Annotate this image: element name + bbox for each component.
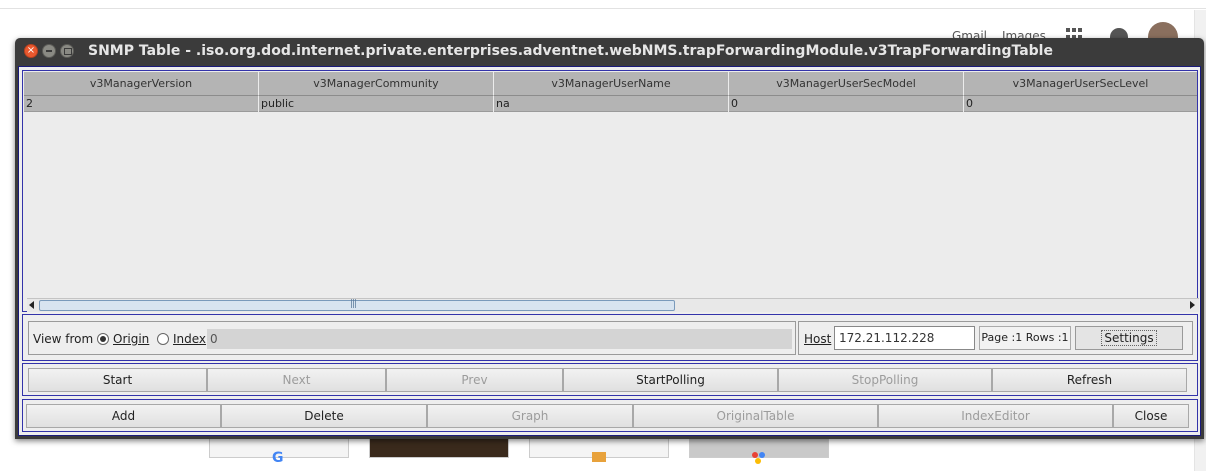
table-cell[interactable]: 2: [24, 96, 259, 112]
view-from-label: View from: [33, 332, 94, 346]
background-thumbnail[interactable]: [369, 438, 509, 458]
column-header[interactable]: v3ManagerUserSecModel: [729, 72, 964, 96]
host-label-text: Host: [804, 332, 832, 346]
start-button[interactable]: Start: [28, 368, 207, 392]
table-body: 2 public na 0 0: [24, 96, 1197, 112]
maximize-window-icon[interactable]: [60, 44, 74, 58]
view-host-panel: View from Origin Index 0 Host 172.21.112…: [22, 314, 1198, 361]
table-header: v3ManagerVersion v3ManagerCommunity v3Ma…: [24, 72, 1197, 96]
column-header[interactable]: v3ManagerUserName: [494, 72, 729, 96]
snmp-table-window: × SNMP Table - .iso.org.dod.internet.pri…: [15, 38, 1204, 439]
origin-radio-label[interactable]: Origin: [113, 332, 149, 346]
next-button[interactable]: Next: [207, 368, 386, 392]
index-input[interactable]: 0: [207, 329, 792, 349]
close-window-icon[interactable]: ×: [24, 44, 38, 58]
start-polling-button[interactable]: StartPolling: [563, 368, 778, 392]
title-bar[interactable]: × SNMP Table - .iso.org.dod.internet.pri…: [15, 38, 1204, 66]
snmp-table: v3ManagerVersion v3ManagerCommunity v3Ma…: [22, 70, 1199, 312]
refresh-button[interactable]: Refresh: [992, 368, 1187, 392]
action-button-bar: Add Delete Graph OriginalTable IndexEdit…: [22, 399, 1198, 432]
host-label: Host: [804, 332, 831, 346]
app-dots-icon: [752, 452, 768, 464]
host-input[interactable]: 172.21.112.228: [834, 326, 975, 350]
add-button[interactable]: Add: [26, 404, 221, 428]
index-radio[interactable]: [157, 333, 169, 345]
index-editor-button[interactable]: IndexEditor: [878, 404, 1113, 428]
navigation-button-bar: Start Next Prev StartPolling StopPolling…: [22, 363, 1198, 396]
page-rows-indicator: Page :1 Rows :1: [979, 326, 1071, 350]
delete-button[interactable]: Delete: [221, 404, 427, 428]
host-group: Host 172.21.112.228 Page :1 Rows :1 Sett…: [798, 321, 1193, 355]
original-table-button[interactable]: OriginalTable: [633, 404, 878, 428]
scroll-left-icon[interactable]: [29, 301, 34, 309]
table-row[interactable]: 2 public na 0 0: [24, 96, 1197, 112]
column-header[interactable]: v3ManagerVersion: [24, 72, 259, 96]
table-cell[interactable]: public: [259, 96, 494, 112]
dialog-content: v3ManagerVersion v3ManagerCommunity v3Ma…: [18, 66, 1201, 436]
mail-icon: [592, 452, 606, 462]
background-browser-strip: [0, 0, 1206, 9]
column-header[interactable]: v3ManagerUserSecLevel: [964, 72, 1197, 96]
index-radio-label[interactable]: Index: [173, 332, 206, 346]
prev-button[interactable]: Prev: [386, 368, 563, 392]
minimize-window-icon[interactable]: [42, 44, 56, 58]
origin-radio[interactable]: [97, 333, 109, 345]
settings-button[interactable]: Settings: [1075, 326, 1183, 350]
scrollbar-thumb[interactable]: [39, 299, 675, 311]
graph-button[interactable]: Graph: [427, 404, 633, 428]
window-title: SNMP Table - .iso.org.dod.internet.priva…: [88, 43, 1053, 59]
google-logo-icon: G: [272, 450, 284, 466]
settings-button-label: Settings: [1101, 330, 1157, 346]
view-from-group: View from Origin Index 0: [28, 321, 796, 355]
column-header[interactable]: v3ManagerCommunity: [259, 72, 494, 96]
table-cell[interactable]: na: [494, 96, 729, 112]
scroll-right-icon[interactable]: [1190, 301, 1195, 309]
stop-polling-button[interactable]: StopPolling: [778, 368, 992, 392]
table-cell[interactable]: 0: [964, 96, 1197, 112]
table-cell[interactable]: 0: [729, 96, 964, 112]
horizontal-scrollbar[interactable]: [27, 298, 1199, 312]
close-button[interactable]: Close: [1113, 404, 1189, 428]
